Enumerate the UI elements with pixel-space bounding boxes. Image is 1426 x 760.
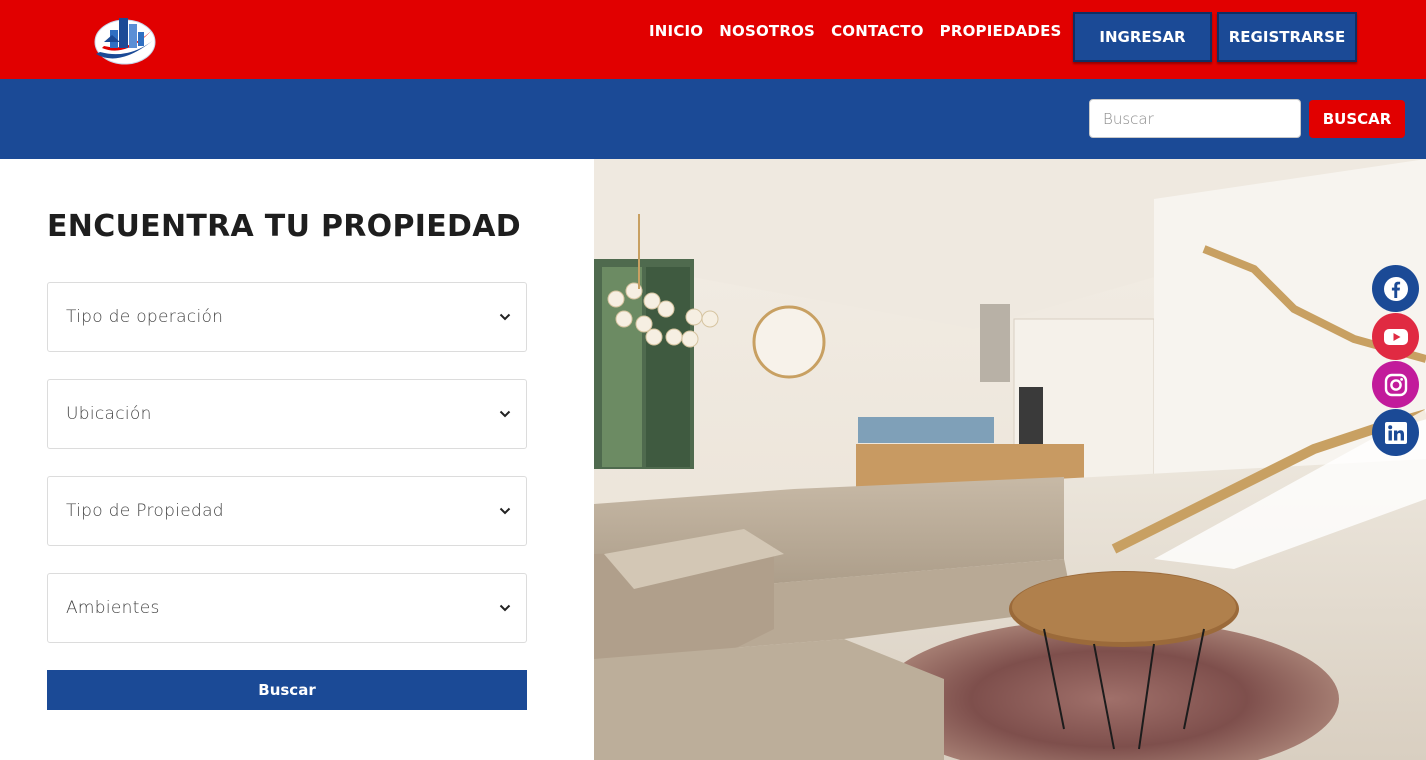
top-header: INICIO NOSOTROS CONTACTO PROPIEDADES ING…	[0, 0, 1426, 79]
nav-propiedades[interactable]: PROPIEDADES	[940, 22, 1062, 40]
rooms-select[interactable]: Ambientes	[47, 573, 527, 643]
property-finder: ENCUENTRA TU PROPIEDAD Tipo de operación…	[0, 159, 594, 760]
search-button[interactable]: BUSCAR	[1309, 100, 1405, 138]
property-type-label: Tipo de Propiedad	[66, 501, 224, 521]
nav-contacto[interactable]: CONTACTO	[831, 22, 924, 40]
linkedin-icon	[1384, 421, 1407, 444]
location-select[interactable]: Ubicación	[47, 379, 527, 449]
location-label: Ubicación	[66, 404, 152, 424]
login-button[interactable]: INGRESAR	[1073, 12, 1212, 62]
search-bar: BUSCAR	[0, 79, 1426, 159]
nav-inicio[interactable]: INICIO	[649, 22, 703, 40]
hero-image	[594, 159, 1426, 760]
chevron-down-icon	[499, 507, 511, 515]
chevron-down-icon	[499, 313, 511, 321]
youtube-button[interactable]	[1372, 313, 1419, 360]
youtube-icon	[1383, 328, 1408, 345]
chevron-down-icon	[499, 604, 511, 612]
finder-title: ENCUENTRA TU PROPIEDAD	[47, 209, 521, 244]
rooms-label: Ambientes	[66, 598, 160, 618]
instagram-button[interactable]	[1372, 361, 1419, 408]
linkedin-button[interactable]	[1372, 409, 1419, 456]
chevron-down-icon	[499, 410, 511, 418]
facebook-icon	[1383, 276, 1408, 301]
nav-nosotros[interactable]: NOSOTROS	[719, 22, 815, 40]
logo[interactable]	[90, 8, 160, 70]
search-input[interactable]	[1089, 99, 1301, 138]
finder-search-button[interactable]: Buscar	[47, 670, 527, 710]
operation-type-label: Tipo de operación	[66, 307, 224, 327]
facebook-button[interactable]	[1372, 265, 1419, 312]
operation-type-select[interactable]: Tipo de operación	[47, 282, 527, 352]
property-type-select[interactable]: Tipo de Propiedad	[47, 476, 527, 546]
main-nav: INICIO NOSOTROS CONTACTO PROPIEDADES	[649, 22, 1062, 40]
register-button[interactable]: REGISTRARSE	[1217, 12, 1357, 62]
instagram-icon	[1384, 373, 1407, 396]
